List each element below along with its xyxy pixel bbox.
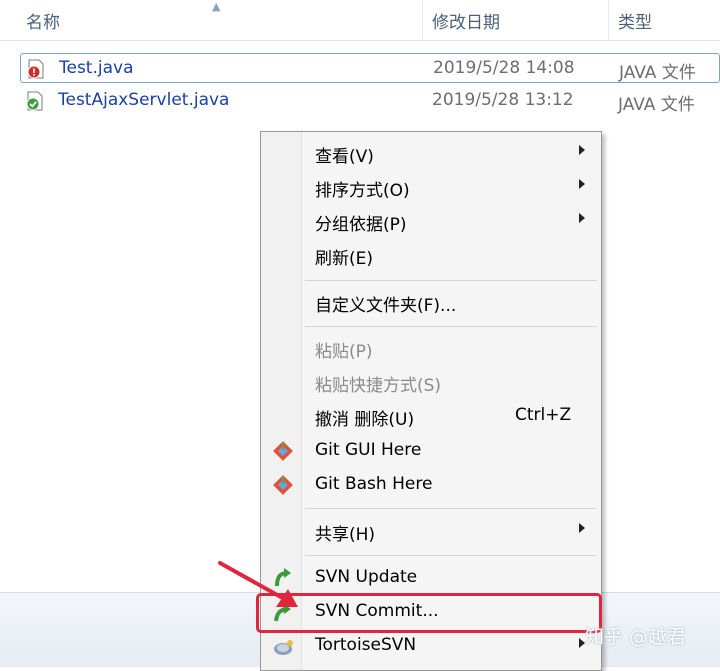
watermark: 知乎 @越君: [585, 626, 687, 648]
sort-ascending-icon: ▲: [212, 0, 221, 13]
tortoisesvn-icon: [274, 640, 293, 655]
file-name: TestAjaxServlet.java: [58, 90, 230, 110]
menu-item-undo-delete[interactable]: 撤消 删除(U) Ctrl+Z: [263, 400, 599, 432]
submenu-arrow-icon: [579, 145, 585, 155]
menu-item-label: 自定义文件夹(F)...: [315, 296, 457, 316]
menu-item-label: Git GUI Here: [315, 440, 422, 460]
column-type-header[interactable]: 类型: [618, 8, 652, 33]
menu-item-paste-shortcut: 粘贴快捷方式(S): [263, 366, 599, 398]
menu-item-share[interactable]: 共享(H): [263, 515, 599, 547]
file-date: 2019/5/28 13:12: [432, 90, 574, 110]
svn-modified-icon: [27, 59, 44, 79]
menu-item-customize-folder[interactable]: 自定义文件夹(F)...: [263, 286, 599, 318]
menu-separator: [305, 555, 597, 556]
menu-item-sort-by[interactable]: 排序方式(O): [263, 171, 599, 203]
menu-item-svn-update[interactable]: SVN Update: [263, 562, 599, 594]
file-row[interactable]: TestAjaxServlet.java 2019/5/28 13:12 JAV…: [20, 86, 720, 116]
file-type: JAVA 文件: [619, 63, 696, 83]
menu-item-paste: 粘贴(P): [263, 332, 599, 364]
submenu-arrow-icon: [579, 179, 585, 189]
menu-item-git-bash[interactable]: Git Bash Here: [263, 469, 599, 501]
menu-item-view[interactable]: 查看(V): [263, 137, 599, 169]
menu-item-label: 粘贴快捷方式(S): [315, 376, 442, 396]
menu-item-refresh[interactable]: 刷新(E): [263, 239, 599, 271]
git-icon: [273, 441, 293, 461]
menu-item-label: 共享(H): [315, 525, 376, 545]
menu-item-label: 撤消 删除(U): [315, 410, 415, 430]
file-name: Test.java: [59, 58, 134, 78]
menu-item-label: 刷新(E): [315, 249, 374, 269]
context-menu: 查看(V) 排序方式(O) 分组依据(P) 刷新(E) 自定义文件夹(F)...…: [260, 131, 602, 671]
column-header: ▲ 名称 修改日期 类型: [0, 0, 720, 41]
column-divider[interactable]: [422, 0, 423, 40]
menu-separator: [305, 326, 597, 327]
column-modified-header[interactable]: 修改日期: [432, 8, 500, 33]
menu-item-group-by[interactable]: 分组依据(P): [263, 205, 599, 237]
svn-normal-icon: [26, 91, 43, 111]
menu-item-label: SVN Update: [315, 567, 418, 587]
pointer-arrow-icon: [218, 561, 298, 607]
submenu-arrow-icon: [579, 213, 585, 223]
menu-item-shortcut: Ctrl+Z: [515, 405, 572, 425]
submenu-arrow-icon: [579, 523, 585, 533]
menu-item-git-gui[interactable]: Git GUI Here: [263, 435, 599, 467]
file-row[interactable]: Test.java 2019/5/28 14:08 JAVA 文件: [20, 53, 720, 83]
menu-separator: [305, 280, 597, 281]
menu-separator: [305, 508, 597, 509]
menu-item-label: 排序方式(O): [315, 181, 410, 201]
file-date: 2019/5/28 14:08: [433, 58, 575, 78]
git-icon: [273, 475, 293, 495]
column-name-header[interactable]: 名称: [26, 8, 60, 33]
menu-item-label: Git Bash Here: [315, 474, 433, 494]
column-divider[interactable]: [608, 0, 609, 40]
menu-item-label: TortoiseSVN: [315, 635, 417, 655]
file-type: JAVA 文件: [618, 95, 695, 115]
menu-item-label: 分组依据(P): [315, 215, 407, 235]
menu-item-label: 查看(V): [315, 147, 374, 167]
menu-item-label: 粘贴(P): [315, 342, 373, 362]
menu-item-tortoisesvn[interactable]: TortoiseSVN: [263, 630, 599, 662]
